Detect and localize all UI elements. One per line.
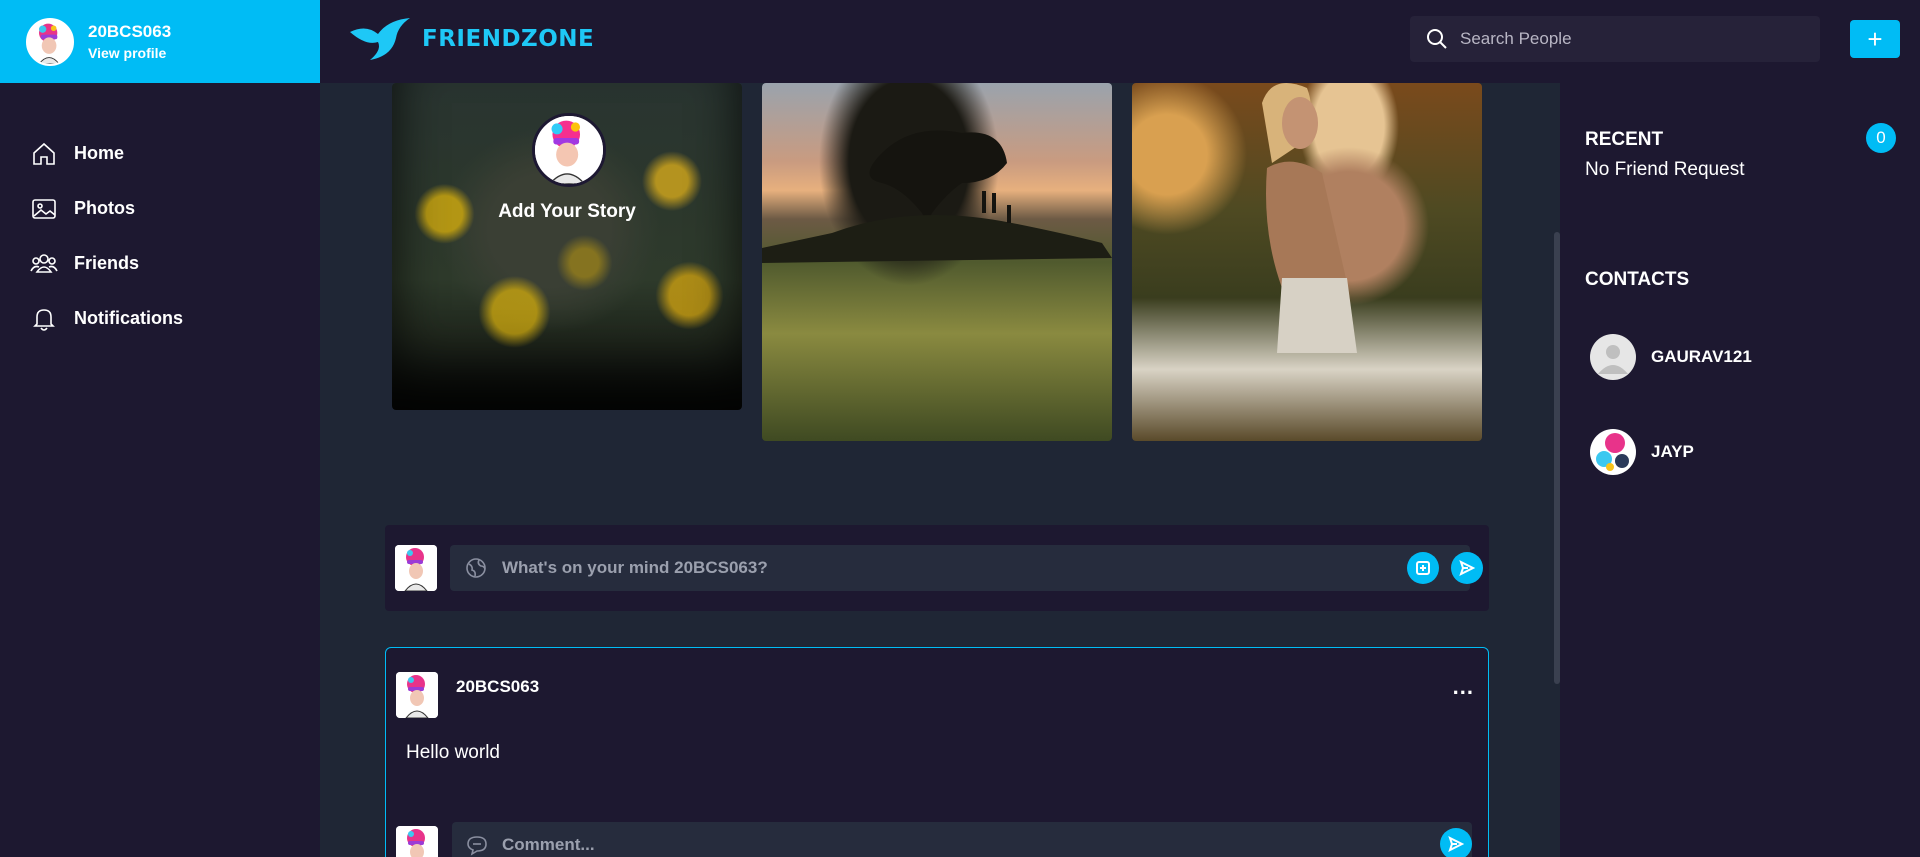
contact-avatar [1590,334,1636,380]
search-bar[interactable] [1410,16,1820,62]
sidebar-item-label: Home [74,143,125,163]
post-send-button[interactable] [1451,552,1483,584]
bird-logo-icon [350,18,410,60]
profile-name: 20BCS063 [88,22,172,41]
tree-landscape-image [762,130,1112,263]
contact-avatar [1590,429,1636,475]
post-text: Hello world [406,742,500,763]
view-profile-link[interactable]: View profile [88,45,171,61]
contact-item[interactable]: GAURAV121 [1590,334,1752,380]
top-bar: FRIENDZONE + [320,0,1920,83]
globe-icon [466,558,486,578]
no-request-text: No Friend Request [1585,159,1745,180]
comment-send-button[interactable] [1440,828,1472,857]
contact-name: JAYP [1651,442,1694,461]
contacts-title: CONTACTS [1585,269,1690,290]
home-icon [33,142,55,165]
woman-field-image [1262,83,1357,353]
send-icon [1448,836,1464,852]
comment-input[interactable]: Comment... [452,822,1472,857]
composer-input[interactable]: What's on your mind 20BCS063? [450,545,1470,591]
sidebar-item-photos[interactable]: Photos [30,181,183,236]
add-story-label: Add Your Story [498,201,636,222]
right-panel: RECENT 0 No Friend Request CONTACTS GAUR… [1560,83,1920,857]
user-avatar[interactable] [26,17,74,66]
sidebar-item-notifications[interactable]: Notifications [30,291,183,346]
post-options-button[interactable]: ... [1453,674,1474,700]
contact-name: GAURAV121 [1651,347,1752,366]
recent-title: RECENT [1585,129,1664,150]
sidebar-nav: Home Photos Friends Notifications [30,126,183,346]
post-author-avatar[interactable] [396,672,438,718]
comment-avatar [396,826,438,857]
main-feed: Add Your Story What's on your mind 20BCS… [320,83,1560,857]
sidebar-item-friends[interactable]: Friends [30,236,183,291]
story-card[interactable] [762,83,1112,441]
comment-icon [467,836,487,856]
post-card: 20BCS063 ... Hello world Comment... [385,647,1489,857]
comment-placeholder: Comment... [502,835,595,854]
story-avatar [532,113,606,187]
profile-card[interactable]: 20BCS063 View profile [0,0,320,83]
send-icon [1459,560,1475,576]
add-story-card[interactable]: Add Your Story [392,83,742,410]
sidebar-item-label: Notifications [74,308,184,328]
add-image-button[interactable] [1407,552,1439,584]
image-add-icon [1416,561,1430,575]
brand-name: FRIENDZONE [422,26,595,52]
sidebar-item-label: Photos [74,198,135,218]
post-author-name[interactable]: 20BCS063 [456,677,539,697]
composer-avatar [395,545,437,591]
image-icon [32,198,56,219]
sidebar-item-label: Friends [74,253,140,273]
sidebar-item-home[interactable]: Home [30,126,183,181]
search-icon [1427,29,1447,49]
post-composer: What's on your mind 20BCS063? [385,525,1489,611]
add-button[interactable]: + [1850,20,1900,58]
left-sidebar: 20BCS063 View profile Home Photos Friend… [0,0,320,857]
search-input[interactable] [1460,29,1800,49]
bell-icon [33,308,55,331]
composer-placeholder: What's on your mind 20BCS063? [502,558,768,577]
story-card[interactable] [1132,83,1482,441]
contact-item[interactable]: JAYP [1590,429,1694,475]
request-count-badge: 0 [1866,123,1896,153]
brand-logo[interactable]: FRIENDZONE [348,16,594,62]
users-icon [30,253,58,273]
